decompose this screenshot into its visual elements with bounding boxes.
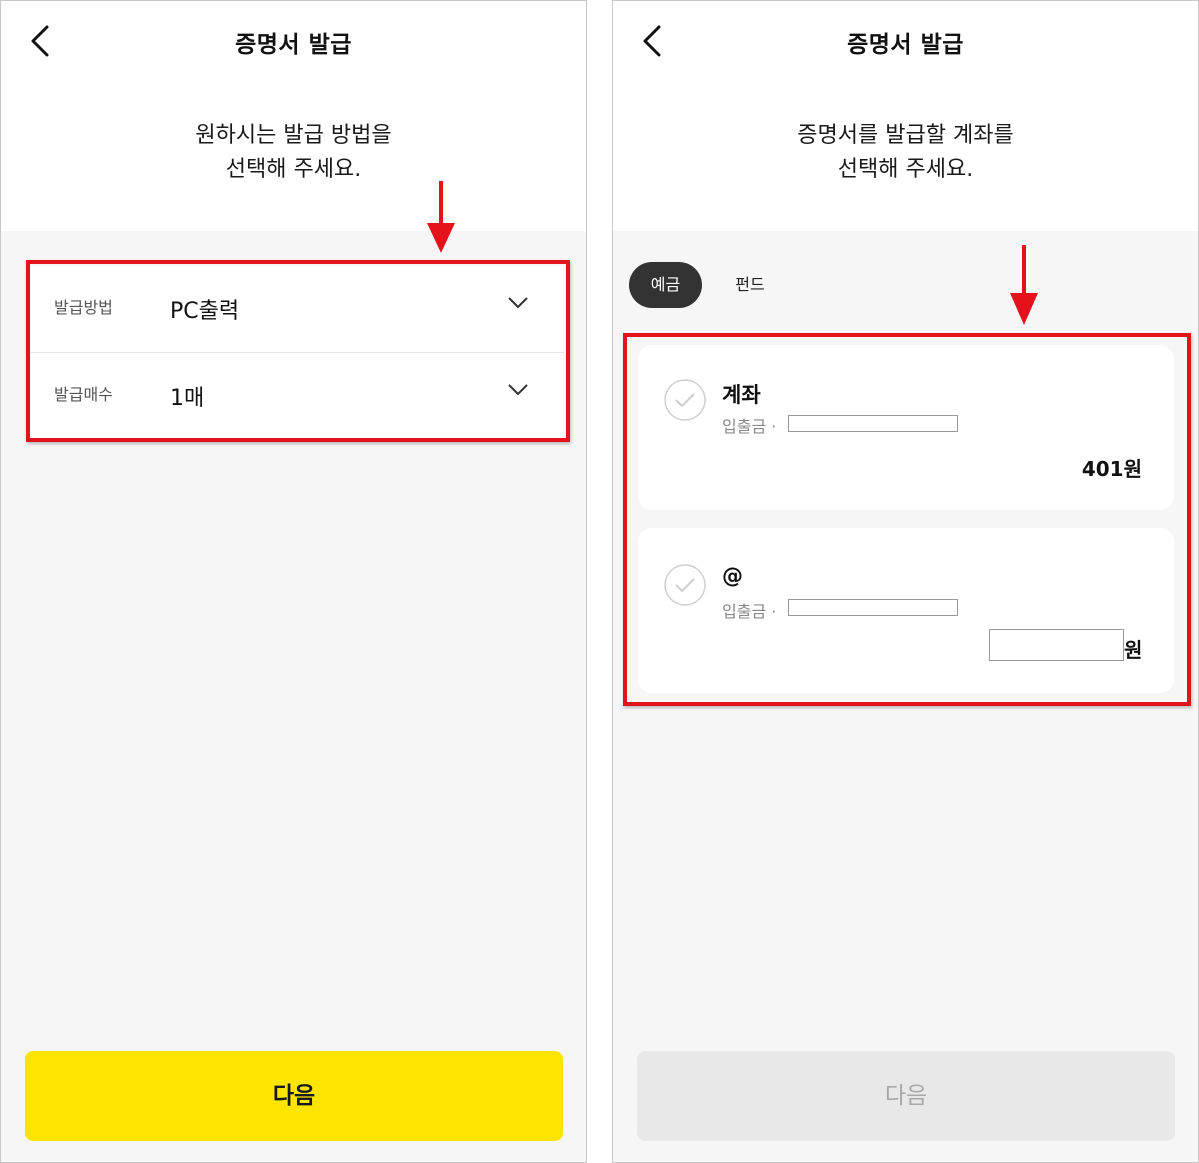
account-select-screen: 증명서 발급 증명서를 발급할 계좌를 선택해 주세요. 예금 펀드 계좌 입출… xyxy=(612,0,1199,1163)
header: 증명서 발급 xyxy=(613,1,1198,81)
instruction: 원하시는 발급 방법을 선택해 주세요. xyxy=(1,81,586,231)
tab-fund[interactable]: 펀드 xyxy=(725,262,775,308)
instruction-line-2: 선택해 주세요. xyxy=(225,157,362,182)
instruction: 증명서를 발급할 계좌를 선택해 주세요. xyxy=(613,81,1198,231)
tab-deposit[interactable]: 예금 xyxy=(629,262,702,308)
issue-method-screen: 증명서 발급 원하시는 발급 방법을 선택해 주세요. 발급방법 PC출력 발급… xyxy=(0,0,587,1163)
highlight-box xyxy=(26,260,570,442)
highlight-box xyxy=(623,333,1191,706)
instruction-line-1: 원하시는 발급 방법을 xyxy=(195,123,392,148)
page-title: 증명서 발급 xyxy=(847,32,964,58)
instruction-line-2: 선택해 주세요. xyxy=(837,157,974,182)
red-arrow-icon xyxy=(1010,245,1038,325)
instruction-line-1: 증명서를 발급할 계좌를 xyxy=(797,123,1014,148)
next-button[interactable]: 다음 xyxy=(637,1051,1175,1141)
red-arrow-icon xyxy=(427,181,455,253)
next-button[interactable]: 다음 xyxy=(25,1051,563,1141)
page-title: 증명서 발급 xyxy=(235,32,352,58)
header: 증명서 발급 xyxy=(1,1,586,81)
